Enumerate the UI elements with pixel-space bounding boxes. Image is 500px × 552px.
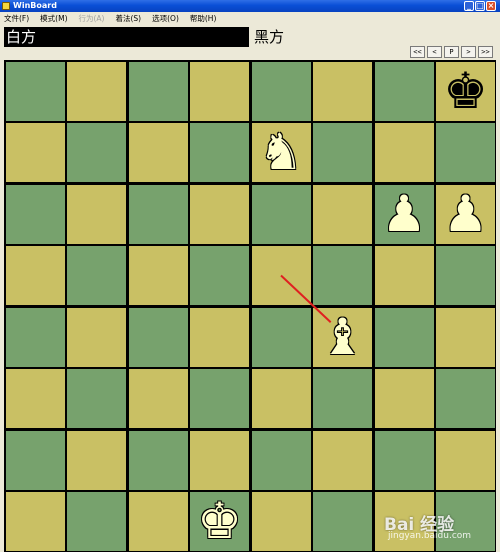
square-d2[interactable] (190, 430, 249, 490)
menu-item-0[interactable]: 文件(F) (4, 12, 29, 25)
white-pawn-icon[interactable]: ♟ (375, 185, 434, 244)
last-move-button[interactable]: >> (478, 46, 493, 58)
square-c6[interactable] (128, 184, 188, 244)
square-h2[interactable] (436, 430, 495, 490)
square-f7[interactable] (313, 123, 372, 182)
move-navigation: << < P > >> (410, 46, 495, 58)
square-g4[interactable] (374, 307, 434, 367)
square-c4[interactable] (128, 307, 188, 367)
square-d4[interactable] (190, 307, 249, 367)
square-d3[interactable] (190, 369, 249, 428)
square-e1[interactable] (251, 492, 311, 551)
close-button[interactable]: × (486, 1, 496, 11)
square-g8[interactable] (374, 61, 434, 121)
square-f5[interactable] (313, 246, 372, 305)
square-f6[interactable] (313, 184, 372, 244)
square-e6[interactable] (251, 184, 311, 244)
square-f1[interactable] (313, 492, 372, 551)
minimize-button[interactable]: _ (464, 1, 474, 11)
square-g1[interactable] (374, 492, 434, 551)
square-b8[interactable] (67, 61, 126, 121)
square-d7[interactable] (190, 123, 249, 182)
square-a2[interactable] (5, 430, 65, 490)
square-e4[interactable] (251, 307, 311, 367)
first-move-button[interactable]: << (410, 46, 425, 58)
menu-item-1[interactable]: 模式(M) (40, 12, 67, 25)
menu-item-5[interactable]: 帮助(H) (190, 12, 217, 25)
square-c3[interactable] (128, 369, 188, 428)
square-c7[interactable] (128, 123, 188, 182)
square-h4[interactable] (436, 307, 495, 367)
menu-item-3[interactable]: 着法(S) (115, 12, 141, 25)
square-d6[interactable] (190, 184, 249, 244)
pause-button[interactable]: P (444, 46, 459, 58)
maximize-button[interactable]: □ (475, 1, 485, 11)
square-a5[interactable] (5, 246, 65, 305)
square-c1[interactable] (128, 492, 188, 551)
square-b3[interactable] (67, 369, 126, 428)
square-a8[interactable] (5, 61, 65, 121)
square-d5[interactable] (190, 246, 249, 305)
square-h1[interactable] (436, 492, 495, 551)
square-h3[interactable] (436, 369, 495, 428)
winboard-app-icon (2, 2, 10, 10)
square-c8[interactable] (128, 61, 188, 121)
title-bar: WinBoard _ □ × (0, 0, 500, 12)
menu-item-2: 行为(A) (78, 14, 105, 23)
white-knight-icon[interactable]: ♞ (252, 123, 311, 182)
square-f3[interactable] (313, 369, 372, 428)
square-b7[interactable] (67, 123, 126, 182)
square-c5[interactable] (128, 246, 188, 305)
window-title: WinBoard (13, 1, 57, 10)
menu-item-4[interactable]: 选项(O) (152, 12, 179, 25)
white-player-label: 白方 (4, 27, 249, 47)
forward-button[interactable]: > (461, 46, 476, 58)
square-e2[interactable] (251, 430, 311, 490)
black-player-label: 黑方 (254, 28, 285, 46)
square-d8[interactable] (190, 61, 249, 121)
square-a6[interactable] (5, 184, 65, 244)
white-king-icon[interactable]: ♚ (190, 492, 249, 551)
square-b2[interactable] (67, 430, 126, 490)
square-b1[interactable] (67, 492, 126, 551)
square-e5[interactable] (251, 246, 311, 305)
back-button[interactable]: < (427, 46, 442, 58)
square-a1[interactable] (5, 492, 65, 551)
square-h7[interactable] (436, 123, 495, 182)
square-a3[interactable] (5, 369, 65, 428)
square-b6[interactable] (67, 184, 126, 244)
square-f8[interactable] (313, 61, 372, 121)
square-g2[interactable] (374, 430, 434, 490)
chess-board[interactable]: ♚ ♞ ♟ ♟ ♝ ♚ (4, 60, 496, 552)
square-b4[interactable] (67, 307, 126, 367)
square-c2[interactable] (128, 430, 188, 490)
square-e8[interactable] (251, 61, 311, 121)
square-a4[interactable] (5, 307, 65, 367)
square-h5[interactable] (436, 246, 495, 305)
white-bishop-icon[interactable]: ♝ (313, 308, 372, 367)
square-g5[interactable] (374, 246, 434, 305)
square-b5[interactable] (67, 246, 126, 305)
square-e3[interactable] (251, 369, 311, 428)
white-pawn-icon[interactable]: ♟ (436, 185, 495, 244)
black-king-icon[interactable]: ♚ (436, 62, 495, 121)
square-g3[interactable] (374, 369, 434, 428)
square-g7[interactable] (374, 123, 434, 182)
menu-bar: 文件(F) 模式(M) 行为(A) 着法(S) 选项(O) 帮助(H) (0, 12, 500, 25)
square-a7[interactable] (5, 123, 65, 182)
square-f2[interactable] (313, 430, 372, 490)
